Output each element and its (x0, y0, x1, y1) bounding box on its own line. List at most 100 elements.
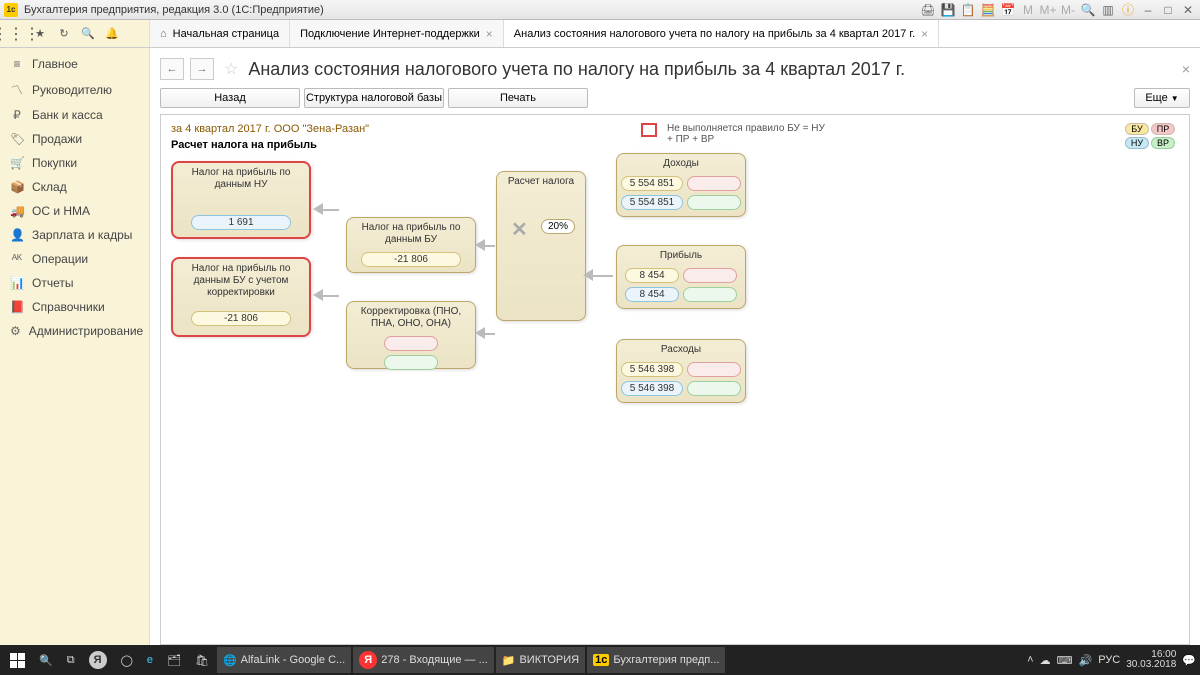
close-icon[interactable]: ✕ (1180, 2, 1196, 18)
tab-close-icon[interactable]: × (921, 27, 928, 41)
tray-keyboard-icon[interactable]: ⌨ (1057, 654, 1073, 667)
tab-close-icon[interactable]: × (486, 27, 493, 41)
calendar-icon[interactable]: 📅 (1000, 2, 1016, 18)
block-income[interactable]: Доходы 5 554 851 5 554 851 (616, 153, 746, 217)
m-icon[interactable]: M (1020, 2, 1036, 18)
sidebar-item-label: Отчеты (32, 276, 73, 290)
sidebar-item-bank[interactable]: ₽Банк и касса (0, 103, 149, 127)
nav-back-button[interactable]: ← (160, 58, 184, 80)
block-tax-bu[interactable]: Налог на прибыль по данным БУ -21 806 (346, 217, 476, 273)
taskbar-app-folder[interactable]: 📁 ВИКТОРИЯ (496, 647, 585, 673)
sidebar-item-directories[interactable]: 📕Справочники (0, 295, 149, 319)
taskbar-app-1c[interactable]: 1c Бухгалтерия предп... (587, 647, 725, 673)
taskbar-label: ВИКТОРИЯ (519, 654, 579, 666)
tab-home-label: Начальная страница (173, 28, 279, 40)
sidebar-item-reports[interactable]: 📊Отчеты (0, 271, 149, 295)
pill-pr (687, 362, 741, 377)
print-button[interactable]: Печать (448, 88, 588, 108)
sidebar-item-label: Покупки (32, 156, 77, 170)
page-header: ← → ☆ Анализ состояния налогового учета … (160, 54, 1190, 88)
search-taskbar-icon[interactable]: 🔍 (33, 647, 59, 673)
sidebar-item-main[interactable]: ≡Главное (0, 52, 149, 76)
legend-text: Не выполняется правило БУ = НУ + ПР + ВР (667, 123, 827, 145)
pill-br (687, 195, 741, 210)
tray-volume-icon[interactable]: 🔊 (1079, 654, 1093, 667)
sidebar-item-label: Зарплата и кадры (32, 228, 132, 242)
block-correction[interactable]: Корректировка (ПНО, ПНА, ОНО, ОНА) (346, 301, 476, 369)
pill-br (687, 381, 741, 396)
block-expenses[interactable]: Расходы 5 546 398 5 546 398 (616, 339, 746, 403)
sidebar-item-sales[interactable]: 🏷Продажи (0, 127, 149, 151)
panel-icon[interactable]: ▥ (1100, 2, 1116, 18)
structure-button[interactable]: Структура налоговой базы (304, 88, 444, 108)
value-bu: 8 454 (625, 268, 679, 283)
block-calc[interactable]: Расчет налога (496, 171, 586, 321)
block-profit[interactable]: Прибыль 8 454 8 454 (616, 245, 746, 309)
sidebar-item-label: Администрирование (29, 324, 143, 338)
tab-internet-support[interactable]: Подключение Интернет-поддержки × (290, 20, 504, 47)
cortana-icon[interactable]: ◯ (115, 647, 139, 673)
star-icon[interactable]: ★ (32, 26, 48, 42)
m-plus-icon[interactable]: M+ (1040, 2, 1056, 18)
multiply-icon: ✕ (511, 217, 528, 242)
tray-notifications-icon[interactable]: 💬 (1182, 654, 1196, 667)
sidebar-item-label: Продажи (32, 132, 82, 146)
maximize-icon[interactable]: □ (1160, 2, 1176, 18)
info-icon[interactable]: ⓘ (1120, 2, 1136, 18)
chart-icon: 〽 (10, 81, 24, 98)
sidebar-item-warehouse[interactable]: 📦Склад (0, 175, 149, 199)
block-tax-bu-corr[interactable]: Налог на прибыль по данным БУ с учетом к… (171, 257, 311, 337)
print-icon[interactable]: 🖨 (920, 2, 936, 18)
sidebar-item-salary[interactable]: 👤Зарплата и кадры (0, 223, 149, 247)
minimize-icon[interactable]: – (1140, 2, 1156, 18)
apps-icon[interactable]: ⋮⋮⋮ (8, 26, 24, 42)
clipboard-icon[interactable]: 📋 (960, 2, 976, 18)
arrow-icon (313, 289, 323, 301)
tab-tax-analysis[interactable]: Анализ состояния налогового учета по нал… (504, 20, 939, 47)
start-button[interactable] (4, 647, 31, 673)
sidebar-item-label: Руководителю (32, 83, 112, 97)
tray-up-icon[interactable]: ˄ (1027, 654, 1033, 666)
sidebar-item-purchases[interactable]: 🛒 Покупки (0, 151, 149, 175)
search-icon[interactable]: 🔍 (1080, 2, 1096, 18)
search-toolbar-icon[interactable]: 🔍 (80, 26, 96, 42)
nav-forward-button[interactable]: → (190, 58, 214, 80)
bell-icon[interactable]: 🔔 (104, 26, 120, 42)
browser-icon[interactable]: Я (83, 647, 113, 673)
save-icon[interactable]: 💾 (940, 2, 956, 18)
sidebar-item-operations[interactable]: ᴬᴷОперации (0, 247, 149, 271)
pill-pr (687, 176, 741, 191)
explorer-icon[interactable]: 🗂 (161, 647, 187, 673)
tray-lang[interactable]: РУС (1098, 654, 1120, 666)
sidebar-item-admin[interactable]: ⚙ Администрирование (0, 319, 149, 343)
tray-cloud-icon[interactable]: ☁ (1040, 654, 1051, 667)
favorite-star-icon[interactable]: ☆ (224, 59, 238, 79)
block-tax-nu[interactable]: Налог на прибыль по данным НУ 1 691 (171, 161, 311, 239)
m-minus-icon[interactable]: M- (1060, 2, 1076, 18)
calc-icon[interactable]: 🧮 (980, 2, 996, 18)
gear-icon: ⚙ (10, 324, 21, 338)
taskview-icon[interactable]: ⧉ (61, 647, 81, 673)
sidebar-item-label: ОС и НМА (32, 204, 90, 218)
tab-home[interactable]: ⌂ Начальная страница (150, 20, 290, 47)
taskbar-app-yandex[interactable]: Я 278 - Входящие — ... (353, 647, 494, 673)
value-nu: 1 691 (191, 215, 291, 230)
cart-icon: 🛒 (10, 156, 24, 170)
book-icon: 📕 (10, 300, 24, 314)
back-button[interactable]: Назад (160, 88, 300, 108)
sidebar-item-label: Банк и касса (32, 108, 103, 122)
edge-icon[interactable]: e (141, 647, 159, 673)
sidebar-item-manager[interactable]: 〽 Руководителю (0, 76, 149, 103)
page-close-icon[interactable]: × (1182, 61, 1190, 77)
more-button[interactable]: Еще ▼ (1134, 88, 1190, 108)
sidebar-item-label: Операции (32, 252, 88, 266)
tray-clock[interactable]: 16:00 30.03.2018 (1126, 650, 1176, 670)
system-tray: ˄ ☁ ⌨ 🔊 РУС 16:00 30.03.2018 💬 (1027, 650, 1196, 670)
tab-label: Анализ состояния налогового учета по нал… (514, 28, 915, 40)
taskbar-app-chrome[interactable]: 🌐 AlfaLink - Google C... (217, 647, 351, 673)
history-icon[interactable]: ↻ (56, 26, 72, 42)
store-icon[interactable]: 🛍 (189, 647, 215, 673)
sidebar-item-assets[interactable]: 🚚ОС и НМА (0, 199, 149, 223)
action-row: Назад Структура налоговой базы Печать Ещ… (160, 88, 1190, 114)
pill-pr (683, 268, 737, 283)
